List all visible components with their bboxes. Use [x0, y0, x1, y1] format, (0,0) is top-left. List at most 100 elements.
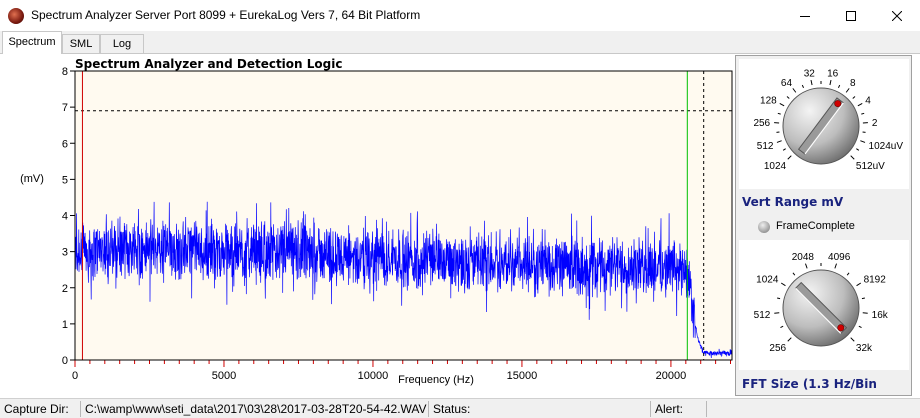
vert-range-tick — [829, 79, 832, 86]
fft-size-tick — [780, 325, 784, 328]
capture-dir-label: Capture Dir: — [4, 402, 69, 416]
tab-log[interactable]: Log — [100, 34, 144, 53]
fft-size-option-label: 1024 — [756, 275, 779, 286]
x-axis-label: Frequency (Hz) — [398, 374, 474, 386]
vert-range-tick — [810, 79, 813, 86]
vert-range-option-label: 4 — [865, 96, 871, 107]
vert-range-tick — [852, 96, 856, 99]
title-bar[interactable]: Spectrum Analyzer Server Port 8099 + Eur… — [0, 0, 920, 31]
alert-label: Alert: — [650, 401, 706, 417]
vert-range-option-label: 1024uV — [869, 141, 904, 152]
control-panel: 1024 512 256 128 64 32 16 8 4 2 1024uV 512uV Vert R… — [735, 55, 912, 396]
vert-range-tick — [837, 84, 841, 89]
y-tick-label: 7 — [62, 102, 68, 114]
fft-size-label: FFT Size (1.3 Hz/Bin — [742, 377, 877, 391]
chart-title: Spectrum Analyzer and Detection Logic — [75, 57, 342, 71]
fft-size-knob[interactable]: 256 512 1024 2048 4096 8192 16k 32k — [739, 240, 909, 370]
fft-size-tick — [858, 325, 862, 328]
minimize-icon — [800, 15, 810, 17]
fft-size-option-label: 32k — [856, 343, 873, 354]
fft-size-option-label: 8192 — [864, 275, 887, 286]
fft-size-tick — [846, 272, 850, 276]
vert-range-tick — [845, 88, 850, 93]
vert-range-option-label: 256 — [753, 118, 770, 129]
minimize-button[interactable] — [782, 0, 828, 31]
vert-range-indicator-dot — [834, 100, 842, 108]
y-tick-label: 3 — [62, 247, 68, 259]
fft-size-tick — [792, 272, 796, 276]
fft-size-tick — [780, 282, 786, 287]
vert-range-tick — [779, 103, 785, 107]
fft-size-tick — [856, 282, 862, 287]
alert-value — [706, 401, 920, 417]
vert-range-option-label: 2 — [872, 118, 878, 129]
vert-range-option-label: 8 — [850, 78, 856, 89]
y-tick-label: 2 — [62, 283, 68, 295]
vert-range-tick — [856, 148, 860, 151]
fft-size-indicator-dot — [837, 324, 845, 332]
vert-range-option-label: 128 — [760, 96, 777, 107]
status-bar: Capture Dir: C:\wamp\www\seti_data\2017\… — [0, 398, 920, 418]
vert-range-tick — [857, 103, 863, 107]
maximize-button[interactable] — [828, 0, 874, 31]
fft-size-tick — [787, 337, 792, 342]
y-tick-label: 1 — [62, 319, 68, 331]
vert-range-knob[interactable]: 1024 512 256 128 64 32 16 842 1024uV 512uV — [739, 59, 909, 189]
frame-complete-led-icon — [758, 221, 770, 233]
y-tick-label: 5 — [62, 174, 68, 186]
vert-range-tick — [792, 88, 797, 93]
vert-range-tick — [777, 112, 781, 115]
vert-range-panel: 1024 512 256 128 64 32 16 8 4 2 1024uV 512uV — [739, 59, 909, 189]
vert-range-tick — [787, 155, 792, 160]
x-tick-label: 20000 — [656, 370, 687, 382]
vert-range-tick — [801, 84, 805, 89]
vert-range-option-label: 1024 — [764, 161, 787, 172]
y-axis-label: (mV) — [20, 173, 44, 185]
fft-size-tick — [774, 312, 780, 314]
fft-size-tick — [861, 297, 865, 300]
tab-sml[interactable]: SML — [62, 34, 100, 53]
vert-range-option-label: 64 — [781, 78, 793, 89]
fft-size-tick — [777, 297, 781, 300]
app-icon[interactable] — [8, 8, 24, 24]
tab-strip: Spectrum SML Log — [0, 31, 920, 54]
vert-range-tick — [776, 140, 782, 143]
close-button[interactable] — [874, 0, 920, 31]
fft-size-option-label: 16k — [872, 310, 889, 321]
maximize-icon — [846, 10, 856, 21]
x-tick-label: 10000 — [358, 370, 389, 382]
vert-range-label: Vert Range mV — [742, 195, 844, 209]
vert-range-option-label: 16 — [827, 68, 839, 79]
y-tick-label: 4 — [62, 211, 68, 223]
fft-size-option-label: 4096 — [828, 252, 851, 263]
tab-spectrum[interactable]: Spectrum — [2, 31, 62, 54]
vert-range-tick — [861, 112, 865, 115]
vert-range-tick — [860, 140, 866, 143]
fft-size-tick — [805, 263, 808, 269]
fft-size-panel: 256 512 1024 2048 4096 8192 16k 32k — [739, 240, 909, 370]
fft-size-option-label: 512 — [754, 310, 771, 321]
capture-dir-value: C:\wamp\www\seti_data\2017\03\28\2017-03… — [80, 401, 428, 417]
x-tick-label: 0 — [72, 370, 78, 382]
fft-size-tick — [834, 263, 837, 269]
spectrum-chart[interactable]: Spectrum Analyzer and Detection Logic 0 1 2… — [0, 54, 733, 398]
x-tick-label: 5000 — [212, 370, 236, 382]
close-icon — [892, 10, 902, 21]
fft-size-tick — [862, 312, 868, 314]
y-tick-label: 6 — [62, 138, 68, 150]
frame-complete-label: FrameComplete — [776, 220, 855, 232]
vert-range-option-label: 512uV — [856, 161, 885, 172]
y-tick-label: 0 — [62, 355, 68, 367]
vert-range-option-label: 32 — [804, 68, 816, 79]
status-label: Status: — [428, 401, 650, 417]
window-title: Spectrum Analyzer Server Port 8099 + Eur… — [31, 8, 421, 22]
fft-size-tick — [850, 337, 855, 342]
vert-range-option-label: 512 — [757, 141, 774, 152]
plot-area — [75, 71, 732, 360]
vert-range-tick — [786, 96, 790, 99]
y-tick-label: 8 — [62, 66, 68, 78]
vert-range-tick — [782, 148, 786, 151]
x-tick-label: 15000 — [507, 370, 538, 382]
fft-size-option-label: 2048 — [792, 252, 815, 263]
vert-range-tick — [850, 155, 855, 160]
